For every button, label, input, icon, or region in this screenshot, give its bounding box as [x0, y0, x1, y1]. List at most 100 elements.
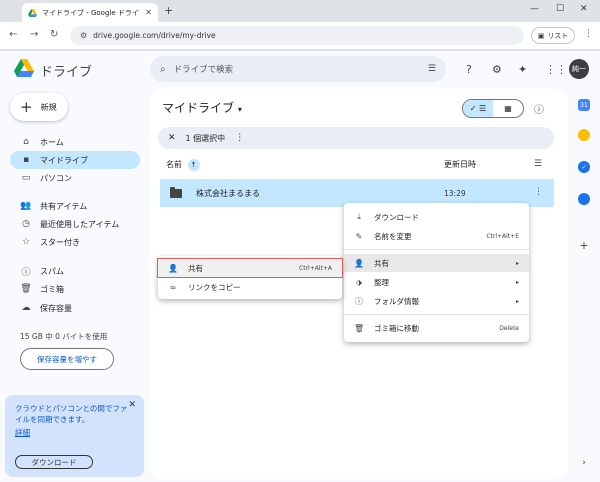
tab-close-icon[interactable]: ✕	[145, 8, 152, 17]
sidebar-item-label: 最近使用したアイテム	[40, 219, 120, 229]
tab-title: マイドライブ - Google ドライブ	[42, 8, 141, 17]
reload-icon[interactable]: ↻	[50, 29, 58, 40]
sort-options-icon[interactable]: ☰	[534, 159, 542, 169]
sidebar-item-home[interactable]: ⌂ ホーム	[10, 133, 140, 151]
maximize-icon[interactable]: ☐	[556, 4, 564, 14]
keep-icon[interactable]	[578, 129, 590, 141]
star-icon: ☆	[21, 237, 31, 247]
column-header-modified[interactable]: 更新日時	[444, 159, 476, 170]
drive-favicon-icon	[28, 8, 37, 17]
trash-icon: 🗑	[20, 284, 32, 294]
back-icon[interactable]: ←	[9, 29, 17, 40]
search-bar[interactable]: ⌕ ドライブで検索 ☰	[150, 56, 446, 82]
organize-icon: ⬗	[355, 277, 363, 287]
details-icon[interactable]: ⓘ	[534, 101, 544, 116]
menu-divider	[344, 249, 529, 250]
menu-item-share[interactable]: 👤 共有 ▸	[344, 254, 529, 272]
browser-toolbar: ← → ↻ ⚙ drive.google.com/drive/my-drive …	[0, 22, 600, 50]
page-title-text: マイドライブ	[162, 101, 235, 115]
browser-tab[interactable]: マイドライブ - Google ドライブ ✕	[22, 3, 158, 22]
row-more-icon[interactable]: ⋮	[534, 187, 543, 197]
browser-titlebar: マイドライブ - Google ドライブ ✕ + — ☐ ✕	[0, 0, 600, 22]
reading-list-button[interactable]: ▣ リスト	[531, 27, 575, 44]
settings-icon[interactable]: ⚙	[492, 63, 502, 76]
trash-icon: 🗑	[354, 323, 365, 333]
link-icon: ∞	[169, 282, 177, 292]
reading-list-label: リスト	[547, 31, 569, 40]
brand-name[interactable]: ドライブ	[40, 61, 92, 80]
menu-item-label: 整理	[374, 277, 389, 287]
apps-icon[interactable]: ⋮⋮	[545, 63, 567, 76]
sidebar-item-trash[interactable]: 🗑 ゴミ箱	[10, 280, 140, 298]
grid-view-button[interactable]: ▦	[493, 100, 523, 117]
sort-arrow-icon[interactable]: ↑	[187, 159, 200, 171]
menu-divider	[344, 314, 529, 315]
contacts-icon[interactable]	[578, 193, 590, 205]
sidebar-item-spam[interactable]: ⓘ スパム	[10, 262, 140, 280]
calendar-icon[interactable]: 31	[578, 99, 590, 111]
menu-item-label: 名前を変更	[374, 231, 412, 241]
close-icon[interactable]: ✕	[128, 400, 136, 410]
shortcut-label: Delete	[499, 324, 519, 332]
menu-item-trash[interactable]: 🗑 ゴミ箱に移動 Delete	[344, 319, 529, 337]
promo-details-link[interactable]: 詳細	[15, 427, 134, 438]
sync-promo: ✕ クラウドとパソコンとの間でファイルを同期できます。 詳細 ダウンロード	[5, 395, 144, 477]
avatar[interactable]: 純一	[569, 59, 589, 79]
sidebar-item-computers[interactable]: ▭ パソコン	[10, 169, 140, 187]
menu-item-rename[interactable]: ✎ 名前を変更 Ctrl+Alt+E	[344, 227, 529, 245]
close-window-icon[interactable]: ✕	[580, 4, 588, 14]
submenu-item-share[interactable]: 👤 共有 Ctrl+Alt+A	[157, 258, 343, 278]
sidebar-item-starred[interactable]: ☆ スター付き	[10, 233, 140, 251]
menu-item-download[interactable]: ⤓ ダウンロード	[344, 208, 529, 226]
menu-item-organize[interactable]: ⬗ 整理 ▸	[344, 273, 529, 291]
help-icon[interactable]: ?	[466, 63, 472, 76]
sidebar-item-label: 共有アイテム	[40, 201, 88, 211]
chevron-down-icon: ▾	[237, 105, 242, 114]
submenu-arrow-icon: ▸	[515, 278, 519, 286]
context-menu: ⤓ ダウンロード ✎ 名前を変更 Ctrl+Alt+E 👤 共有 ▸ ⬗ 整理 …	[344, 203, 529, 342]
view-toggle[interactable]: ✓ ☰ ▦	[462, 99, 524, 118]
rename-icon: ✎	[355, 231, 363, 241]
menu-item-label: 共有	[374, 258, 389, 268]
menu-item-label: フォルダ情報	[374, 296, 419, 306]
column-header-name[interactable]: 名前 ↑	[166, 159, 200, 171]
chevron-right-icon[interactable]: ›	[578, 457, 590, 469]
add-addon-icon[interactable]: +	[578, 239, 590, 252]
new-tab-icon[interactable]: +	[164, 4, 173, 17]
list-view-button[interactable]: ✓ ☰	[463, 100, 493, 117]
search-input[interactable]: ドライブで検索	[174, 63, 420, 75]
clear-selection-icon[interactable]: ✕	[168, 133, 176, 143]
site-settings-icon[interactable]: ⚙	[80, 31, 87, 40]
minimize-icon[interactable]: —	[530, 4, 539, 14]
new-button[interactable]: + 新規	[10, 93, 68, 121]
submenu-arrow-icon: ▸	[515, 259, 519, 267]
get-more-storage-button[interactable]: 保存容量を増やす	[20, 348, 114, 370]
page-title[interactable]: マイドライブ ▾	[162, 99, 242, 116]
share-icon: 👤	[354, 258, 364, 268]
forward-icon[interactable]: →	[30, 29, 38, 40]
search-icon[interactable]: ⌕	[160, 64, 166, 75]
sidebar-item-recent[interactable]: ◷ 最近使用したアイテム	[10, 215, 140, 233]
sidebar-item-label: スパム	[40, 266, 64, 276]
chrome-menu-icon[interactable]: ⋮	[584, 29, 593, 39]
file-name: 株式会社まるまる	[196, 188, 260, 198]
address-bar[interactable]: ⚙ drive.google.com/drive/my-drive	[70, 26, 524, 45]
sidebar-item-shared[interactable]: 👥 共有アイテム	[10, 197, 140, 215]
computer-icon: ▭	[21, 173, 31, 183]
drive-logo-icon[interactable]	[14, 59, 34, 77]
submenu-item-copy-link[interactable]: ∞ リンクをコピー	[158, 278, 342, 296]
gemini-icon[interactable]: ✦	[518, 63, 527, 76]
more-actions-icon[interactable]: ⋮	[235, 133, 244, 143]
download-button[interactable]: ダウンロード	[15, 455, 93, 469]
sidebar-item-label: 保存容量	[40, 303, 72, 313]
menu-item-folder-info[interactable]: ⓘ フォルダ情報 ▸	[344, 292, 529, 310]
shortcut-label: Ctrl+Alt+A	[299, 264, 332, 272]
submenu-arrow-icon: ▸	[515, 297, 519, 305]
search-options-icon[interactable]: ☰	[428, 64, 436, 74]
menu-item-label: ゴミ箱に移動	[374, 323, 419, 333]
drive-app: ドライブ ⌕ ドライブで検索 ☰ ? ⚙ ✦ ⋮⋮ 純一 + 新規 ⌂ ホーム …	[0, 51, 600, 482]
sidebar-item-storage[interactable]: ☁ 保存容量	[10, 299, 140, 317]
promo-text: クラウドとパソコンとの間でファイルを同期できます。	[15, 404, 128, 424]
sidebar-item-my-drive[interactable]: ▪ マイドライブ	[10, 151, 140, 169]
tasks-icon[interactable]: ✓	[578, 161, 590, 173]
